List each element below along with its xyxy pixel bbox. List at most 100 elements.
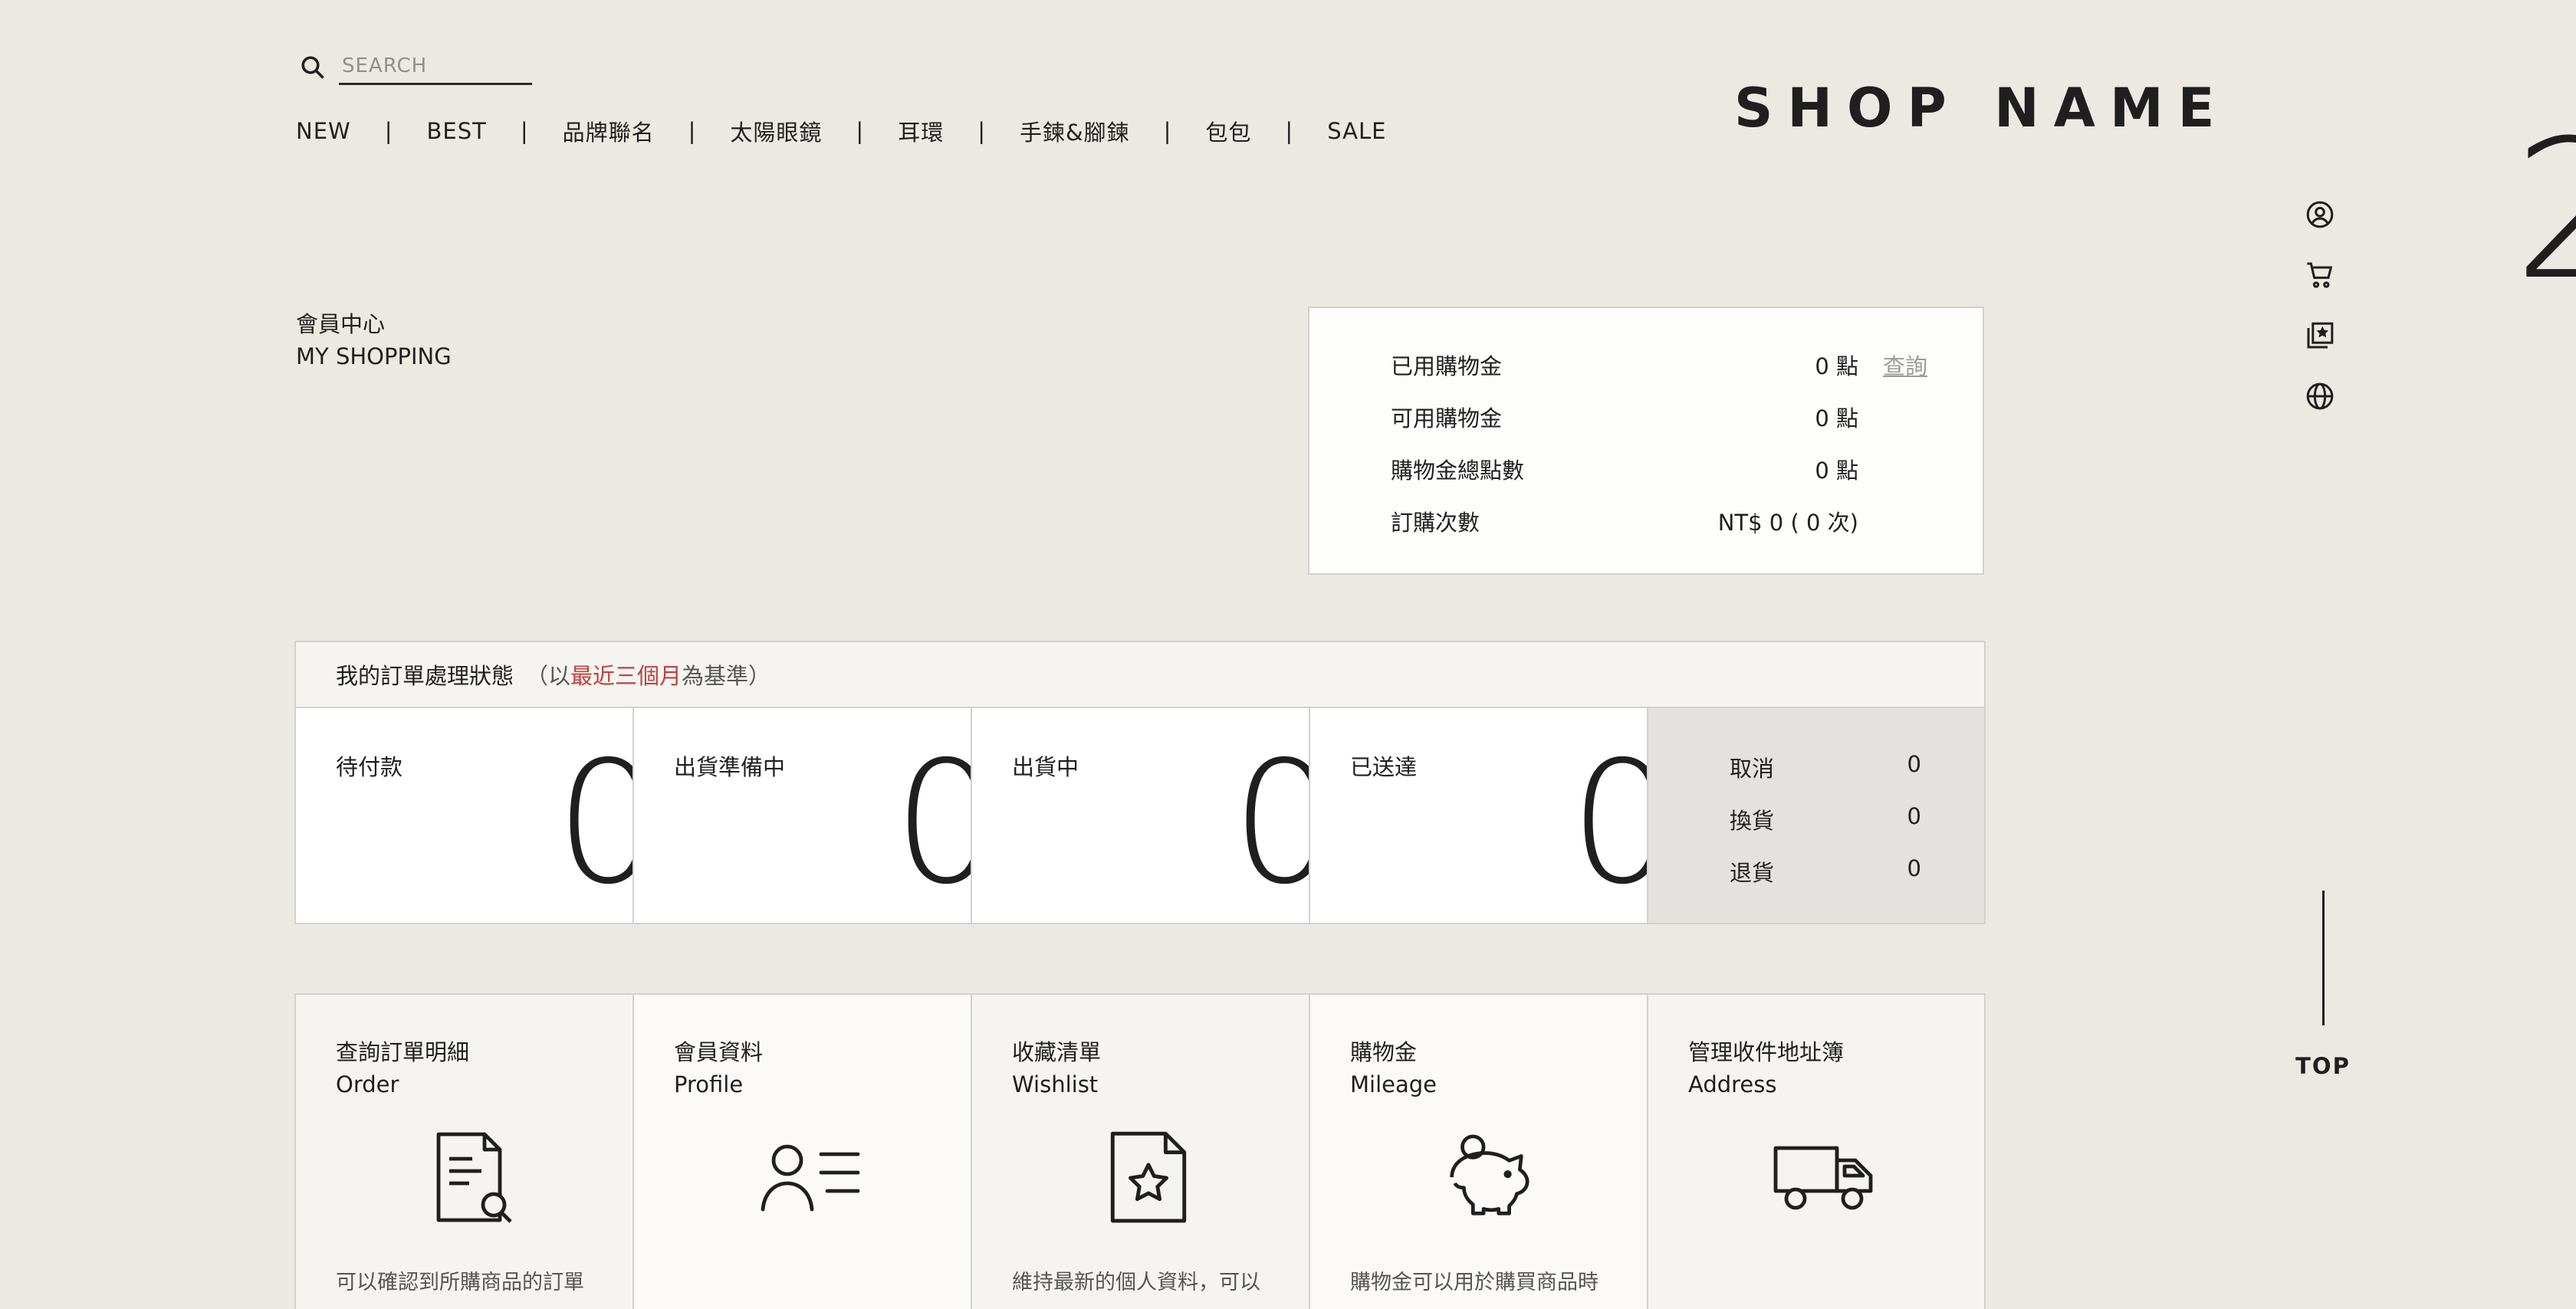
profile-icon: [757, 1124, 864, 1231]
card-address[interactable]: 管理收件地址簿 Address: [1648, 995, 1984, 1309]
summary-row-return[interactable]: 退貨 0: [1730, 855, 1921, 887]
summary-row-exchange[interactable]: 換貨 0: [1730, 803, 1921, 835]
order-returns-summary: 取消 0 換貨 0 退貨 0: [1648, 708, 1984, 923]
points-row-available: 可用購物金 0 點: [1391, 402, 1927, 432]
delivery-truck-icon: [1771, 1124, 1878, 1231]
card-description: 可以確認到所購商品的訂單: [336, 1271, 584, 1294]
card-title-zh: 查詢訂單明細: [336, 1039, 470, 1065]
wishlist-document-star-icon: [1095, 1124, 1202, 1231]
summary-value: 0: [1907, 751, 1921, 777]
summary-label: 換貨: [1730, 808, 1775, 834]
card-description: 購物金可以用於購買商品時: [1350, 1271, 1598, 1294]
order-status-title: 我的訂單處理狀態: [336, 663, 514, 689]
order-cell-shipping[interactable]: 出貨中 0: [972, 708, 1310, 923]
nav-separator: |: [688, 118, 697, 144]
order-cell-label: 出貨準備中: [674, 754, 786, 780]
points-summary: 已用購物金 0 點 查詢 可用購物金 0 點 購物金總點數 0 點 訂購次數 N…: [1308, 307, 1984, 575]
member-center-heading: 會員中心 MY SHOPPING: [296, 308, 452, 372]
card-wishlist[interactable]: 收藏清單 Wishlist 維持最新的個人資料，可以: [972, 995, 1310, 1309]
order-cell-pending-payment[interactable]: 待付款 0: [296, 708, 634, 923]
points-value: 0 點: [1815, 353, 1858, 379]
points-row-orders: 訂購次數 NT$ 0 ( 0 次): [1391, 506, 1927, 536]
summary-row-cancel[interactable]: 取消 0: [1730, 751, 1921, 783]
order-cell-preparing[interactable]: 出貨準備中 0: [634, 708, 972, 923]
order-status-note: （以最近三個月為基準）: [526, 658, 770, 691]
scroll-top-button[interactable]: TOP: [2295, 891, 2351, 1079]
nav-item-bracelets[interactable]: 手鍊&腳鍊: [1020, 115, 1130, 147]
order-cell-delivered[interactable]: 已送達 0: [1310, 708, 1648, 923]
card-title: 會員資料 Profile: [674, 1036, 763, 1101]
order-note-suffix: 為基準）: [682, 663, 771, 689]
member-title-zh: 會員中心: [296, 311, 386, 337]
card-title: 收藏清單 Wishlist: [1012, 1036, 1101, 1101]
card-title-zh: 購物金: [1350, 1039, 1418, 1065]
card-order[interactable]: 查詢訂單明細 Order 可以確認到所購商品的訂單: [296, 995, 634, 1309]
order-status-panel: 我的訂單處理狀態 （以最近三個月為基準） 待付款 0 出貨準備中 0 出貨中 0…: [294, 641, 1986, 924]
card-title: 購物金 Mileage: [1350, 1036, 1437, 1101]
nav-separator: |: [1285, 118, 1294, 144]
points-value: NT$ 0 ( 0 次): [1717, 510, 1858, 536]
nav-item-bags[interactable]: 包包: [1205, 115, 1251, 147]
order-cell-count: 0: [1569, 739, 1647, 907]
nav-separator: |: [1163, 118, 1172, 144]
search-input[interactable]: [339, 49, 532, 85]
points-value: 0 點: [1815, 405, 1858, 431]
wishlist-icon[interactable]: [2305, 317, 2335, 354]
slide-number: 2: [2513, 99, 2576, 322]
points-label: 訂購次數: [1391, 510, 1480, 536]
order-cell-label: 出貨中: [1012, 754, 1079, 780]
card-title-zh: 會員資料: [674, 1039, 764, 1065]
order-note-prefix: （以: [526, 663, 571, 689]
order-status-header: 我的訂單處理狀態 （以最近三個月為基準）: [296, 642, 1984, 708]
search-icon[interactable]: [296, 51, 330, 84]
summary-value: 0: [1907, 855, 1921, 881]
card-title-en: Address: [1688, 1071, 1777, 1097]
search-bar: [296, 49, 532, 85]
summary-label: 退貨: [1730, 860, 1775, 886]
points-label: 可用購物金: [1391, 405, 1503, 431]
nav-item-brand-collab[interactable]: 品牌聯名: [563, 115, 655, 147]
top-label: TOP: [2295, 1053, 2351, 1079]
summary-label: 取消: [1730, 756, 1775, 782]
points-query-link[interactable]: 查詢: [1883, 349, 1927, 381]
card-title-en: Wishlist: [1012, 1071, 1099, 1097]
order-cell-label: 待付款: [336, 754, 403, 780]
card-profile[interactable]: 會員資料 Profile: [634, 995, 972, 1309]
order-cell-count: 0: [893, 739, 971, 907]
main-nav: NEW | BEST | 品牌聯名 | 太陽眼鏡 | 耳環 | 手鍊&腳鍊 | …: [296, 115, 1386, 147]
account-icon[interactable]: [2305, 196, 2335, 233]
nav-separator: |: [978, 118, 986, 144]
points-value: 0 點: [1815, 458, 1858, 484]
summary-value: 0: [1907, 803, 1921, 829]
points-label: 購物金總點數: [1391, 458, 1525, 484]
order-cell-count: 0: [1231, 739, 1309, 907]
nav-item-earrings[interactable]: 耳環: [898, 115, 944, 147]
nav-item-best[interactable]: BEST: [426, 118, 486, 144]
points-row-total: 購物金總點數 0 點: [1391, 454, 1927, 484]
points-label: 已用購物金: [1391, 353, 1503, 379]
side-utility-icons: [2305, 196, 2335, 438]
points-row-used: 已用購物金 0 點 查詢: [1391, 349, 1927, 380]
member-title-en: MY SHOPPING: [296, 343, 452, 369]
card-title-en: Order: [336, 1071, 399, 1097]
member-feature-cards: 查詢訂單明細 Order 可以確認到所購商品的訂單 會員資料 Profile 收…: [294, 993, 1986, 1309]
nav-item-sale[interactable]: SALE: [1327, 118, 1386, 144]
top-line-divider: [2321, 891, 2325, 1025]
card-description: 維持最新的個人資料，可以: [1012, 1271, 1260, 1294]
order-status-cells: 待付款 0 出貨準備中 0 出貨中 0 已送達 0 取消 0: [296, 708, 1984, 923]
shop-logo[interactable]: SHOP NAME: [1734, 77, 2229, 139]
piggy-bank-icon: [1433, 1124, 1540, 1231]
order-cell-count: 0: [555, 739, 632, 907]
order-cell-label: 已送達: [1350, 754, 1418, 780]
globe-icon[interactable]: [2305, 378, 2335, 415]
page: NEW | BEST | 品牌聯名 | 太陽眼鏡 | 耳環 | 手鍊&腳鍊 | …: [0, 0, 2576, 1309]
cart-icon[interactable]: [2305, 257, 2335, 294]
card-title: 查詢訂單明細 Order: [336, 1036, 469, 1101]
nav-item-new[interactable]: NEW: [296, 118, 351, 144]
card-mileage[interactable]: 購物金 Mileage 購物金可以用於購買商品時: [1310, 995, 1648, 1309]
card-title-zh: 收藏清單: [1012, 1039, 1102, 1065]
card-title-zh: 管理收件地址簿: [1688, 1039, 1845, 1065]
order-note-highlight: 最近三個月: [570, 663, 682, 689]
card-title-en: Mileage: [1350, 1071, 1437, 1097]
nav-item-sunglasses[interactable]: 太陽眼鏡: [730, 115, 822, 147]
